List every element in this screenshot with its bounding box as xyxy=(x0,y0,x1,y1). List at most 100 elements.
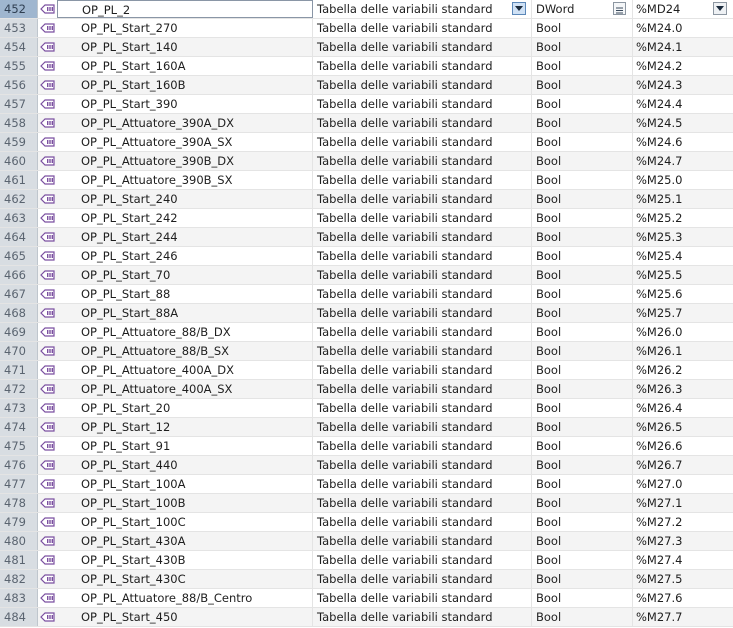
table-row[interactable]: 475 OP_PL_Start_91 Tabella delle variabili… xyxy=(0,437,733,456)
row-number[interactable]: 472 xyxy=(0,380,38,398)
row-number[interactable]: 454 xyxy=(0,38,38,56)
address-cell[interactable]: %M24.2 xyxy=(633,57,733,75)
table-row[interactable]: 467 OP_PL_Start_88 Tabella delle variabili… xyxy=(0,285,733,304)
row-number[interactable]: 482 xyxy=(0,570,38,588)
address-cell[interactable]: %M26.2 xyxy=(633,361,733,379)
tag-table-cell[interactable]: Tabella delle variabili standard xyxy=(313,589,532,607)
row-number[interactable]: 452 xyxy=(0,0,38,18)
table-row[interactable]: 459 OP_PL_Attuatore_390A_SX Tabella delle … xyxy=(0,133,733,152)
table-row[interactable]: 484 OP_PL_Start_450 Tabella delle variabil… xyxy=(0,608,733,627)
data-type-cell[interactable]: Bool xyxy=(532,418,633,436)
tag-table-cell[interactable]: Tabella delle variabili standard xyxy=(313,171,532,189)
data-type-cell[interactable]: Bool xyxy=(532,570,633,588)
row-number[interactable]: 477 xyxy=(0,475,38,493)
address-cell[interactable]: %M26.5 xyxy=(633,418,733,436)
row-number[interactable]: 463 xyxy=(0,209,38,227)
address-cell[interactable]: %M26.7 xyxy=(633,456,733,474)
address-cell[interactable]: %M26.1 xyxy=(633,342,733,360)
tag-table-cell[interactable]: Tabella delle variabili standard xyxy=(313,570,532,588)
tag-name-cell[interactable]: OP_PL_Start_240 xyxy=(57,190,313,208)
address-cell[interactable]: %M27.6 xyxy=(633,589,733,607)
data-type-cell[interactable]: Bool xyxy=(532,399,633,417)
address-cell[interactable]: %M25.5 xyxy=(633,266,733,284)
tag-table-cell[interactable]: Tabella delle variabili standard xyxy=(313,323,532,341)
data-type-cell[interactable]: Bool xyxy=(532,304,633,322)
address-cell[interactable]: %M25.0 xyxy=(633,171,733,189)
tag-table-cell[interactable]: Tabella delle variabili standard xyxy=(313,152,532,170)
row-number[interactable]: 460 xyxy=(0,152,38,170)
address-cell[interactable]: %M25.3 xyxy=(633,228,733,246)
tag-table-cell[interactable]: Tabella delle variabili standard xyxy=(313,19,532,37)
tag-name-cell[interactable]: OP_PL_Start_246 xyxy=(57,247,313,265)
row-number[interactable]: 458 xyxy=(0,114,38,132)
row-number[interactable]: 468 xyxy=(0,304,38,322)
tag-table-cell[interactable]: Tabella delle variabili standard xyxy=(313,228,532,246)
tag-table-cell[interactable]: Tabella delle variabili standard xyxy=(313,0,532,18)
tag-name-cell[interactable]: OP_PL_Start_160A xyxy=(57,57,313,75)
table-row[interactable]: 469 OP_PL_Attuatore_88/B_DX Tabella delle … xyxy=(0,323,733,342)
tag-table-cell[interactable]: Tabella delle variabili standard xyxy=(313,399,532,417)
data-type-cell[interactable]: Bool xyxy=(532,380,633,398)
data-type-cell[interactable]: Bool xyxy=(532,532,633,550)
data-type-cell[interactable]: Bool xyxy=(532,190,633,208)
table-row[interactable]: 453 OP_PL_Start_270 Tabella delle variabil… xyxy=(0,19,733,38)
tag-table-cell[interactable]: Tabella delle variabili standard xyxy=(313,475,532,493)
tag-name-cell[interactable]: OP_PL_Start_430B xyxy=(57,551,313,569)
address-cell[interactable]: %M25.6 xyxy=(633,285,733,303)
row-number[interactable]: 478 xyxy=(0,494,38,512)
address-cell[interactable]: %M27.3 xyxy=(633,532,733,550)
row-number[interactable]: 475 xyxy=(0,437,38,455)
row-number[interactable]: 471 xyxy=(0,361,38,379)
tag-table-cell[interactable]: Tabella delle variabili standard xyxy=(313,95,532,113)
tag-table-cell[interactable]: Tabella delle variabili standard xyxy=(313,247,532,265)
table-row[interactable]: 458 OP_PL_Attuatore_390A_DX Tabella delle … xyxy=(0,114,733,133)
data-type-cell[interactable]: Bool xyxy=(532,285,633,303)
data-type-cell[interactable]: Bool xyxy=(532,171,633,189)
address-cell[interactable]: %M24.1 xyxy=(633,38,733,56)
table-row[interactable]: 455 OP_PL_Start_160A Tabella delle variabi… xyxy=(0,57,733,76)
row-number[interactable]: 459 xyxy=(0,133,38,151)
table-row[interactable]: 474 OP_PL_Start_12 Tabella delle variabili… xyxy=(0,418,733,437)
data-type-cell[interactable]: Bool xyxy=(532,114,633,132)
tag-name-cell[interactable]: OP_PL_Start_70 xyxy=(57,266,313,284)
tag-table-cell[interactable]: Tabella delle variabili standard xyxy=(313,209,532,227)
address-cell[interactable]: %M24.0 xyxy=(633,19,733,37)
table-row[interactable]: 483 OP_PL_Attuatore_88/B_Centro Tabella de… xyxy=(0,589,733,608)
data-type-cell[interactable]: Bool xyxy=(532,228,633,246)
tag-table-cell[interactable]: Tabella delle variabili standard xyxy=(313,361,532,379)
table-row[interactable]: 456 OP_PL_Start_160B Tabella delle variabi… xyxy=(0,76,733,95)
tag-name-cell[interactable]: OP_PL_Start_12 xyxy=(57,418,313,436)
address-cell[interactable]: %M24.6 xyxy=(633,133,733,151)
data-type-cell[interactable]: Bool xyxy=(532,19,633,37)
tag-table-cell[interactable]: Tabella delle variabili standard xyxy=(313,418,532,436)
address-dropdown-button[interactable] xyxy=(713,2,727,15)
address-cell[interactable]: %M26.3 xyxy=(633,380,733,398)
tag-name-cell[interactable]: OP_PL_Start_242 xyxy=(57,209,313,227)
tag-name-cell[interactable]: OP_PL_Attuatore_88/B_DX xyxy=(57,323,313,341)
row-number[interactable]: 470 xyxy=(0,342,38,360)
table-row[interactable]: 466 OP_PL_Start_70 Tabella delle variabili… xyxy=(0,266,733,285)
data-type-cell[interactable]: Bool xyxy=(532,323,633,341)
table-row[interactable]: 477 OP_PL_Start_100A Tabella delle variabi… xyxy=(0,475,733,494)
table-row[interactable]: 472 OP_PL_Attuatore_400A_SX Tabella delle … xyxy=(0,380,733,399)
row-number[interactable]: 480 xyxy=(0,532,38,550)
row-number[interactable]: 469 xyxy=(0,323,38,341)
tag-table-cell[interactable]: Tabella delle variabili standard xyxy=(313,57,532,75)
table-row[interactable]: 479 OP_PL_Start_100C Tabella delle variabi… xyxy=(0,513,733,532)
tag-name-cell[interactable]: OP_PL_Start_390 xyxy=(57,95,313,113)
address-cell[interactable]: %M25.2 xyxy=(633,209,733,227)
data-type-cell[interactable]: Bool xyxy=(532,247,633,265)
address-cell[interactable]: %M27.2 xyxy=(633,513,733,531)
tag-name-cell[interactable]: OP_PL_Start_100A xyxy=(57,475,313,493)
tag-table-cell[interactable]: Tabella delle variabili standard xyxy=(313,532,532,550)
table-row[interactable]: 461 OP_PL_Attuatore_390B_SX Tabella delle … xyxy=(0,171,733,190)
table-row[interactable]: 473 OP_PL_Start_20 Tabella delle variabili… xyxy=(0,399,733,418)
table-row[interactable]: 457 OP_PL_Start_390 Tabella delle variabil… xyxy=(0,95,733,114)
data-type-cell[interactable]: Bool xyxy=(532,608,633,626)
address-cell[interactable]: %M27.7 xyxy=(633,608,733,626)
data-type-cell[interactable]: DWord xyxy=(532,0,633,18)
tag-name-cell[interactable]: OP_PL_Start_430A xyxy=(57,532,313,550)
tag-table-cell[interactable]: Tabella delle variabili standard xyxy=(313,342,532,360)
table-row[interactable]: 482 OP_PL_Start_430C Tabella delle variabi… xyxy=(0,570,733,589)
data-type-cell[interactable]: Bool xyxy=(532,551,633,569)
